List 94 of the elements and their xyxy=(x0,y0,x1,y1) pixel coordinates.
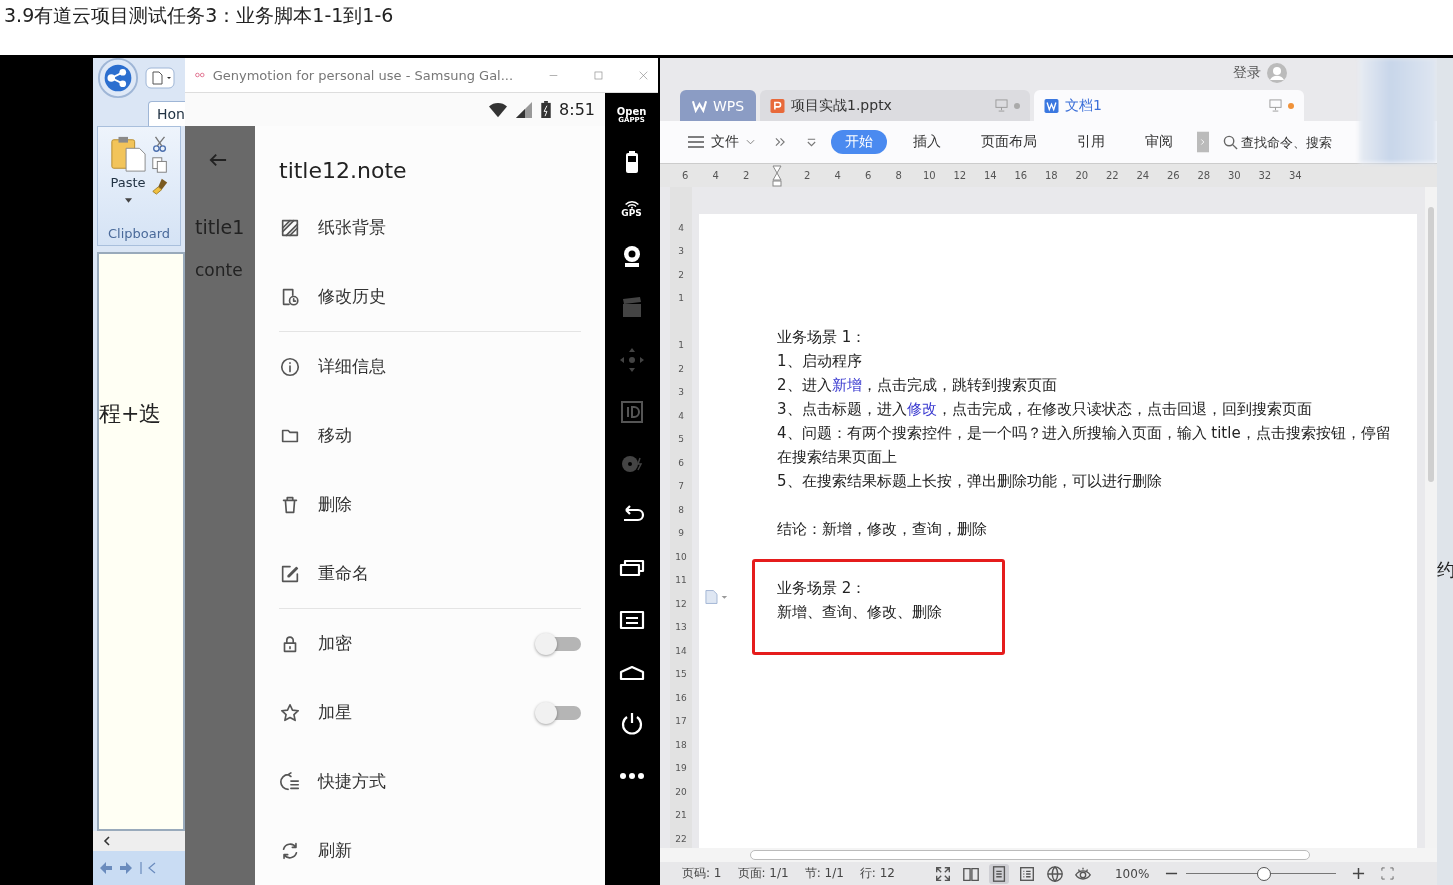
star-icon xyxy=(279,701,301,724)
document-tab[interactable]: 项目实战1.pptx xyxy=(760,90,1030,121)
status-text: 节: 1/1 xyxy=(804,865,844,882)
paragraph: 1、启动程序 xyxy=(777,351,863,372)
office-button-icon[interactable] xyxy=(97,58,139,99)
note-content: conte xyxy=(195,260,244,280)
menu-label: 重命名 xyxy=(318,562,370,585)
paragraph: 5、在搜索结果标题上长按，弹出删除功能，可以进行删除 xyxy=(777,471,1163,492)
scroll-left-icon[interactable] xyxy=(103,836,111,846)
ribbon-tab[interactable]: 页面布局 xyxy=(967,130,1051,154)
paste-label[interactable]: Paste xyxy=(110,175,146,190)
menu-label: 详细信息 xyxy=(318,355,387,378)
caret-icon xyxy=(746,139,755,145)
group-label: Clipboard xyxy=(107,226,171,243)
status-text: 页码: 1 xyxy=(682,865,722,882)
page-title: 3.9有道云项目测试任务3：业务脚本1-1到1-6 xyxy=(4,4,394,26)
menu-item[interactable]: 删除 xyxy=(279,470,581,539)
double-chevron-icon[interactable] xyxy=(775,137,786,147)
paragraph: 业务场景 2： xyxy=(777,578,868,599)
genymotion-logo-icon xyxy=(195,71,205,79)
ribbon-tab[interactable]: 引用 xyxy=(1063,130,1119,154)
caret-icon[interactable] xyxy=(124,198,132,203)
menu-label: 刷新 xyxy=(318,839,353,862)
menu-item[interactable]: 详细信息 xyxy=(279,332,581,401)
indent-marker-icon[interactable] xyxy=(771,164,782,187)
wifi-icon xyxy=(623,200,640,209)
vertical-ruler: 4 3 2 1 1 2 3 4 5 6 7 8 9 10 11 12 13 14 15 16 17 18 19 20 21 22 xyxy=(670,187,692,848)
paragraph: 业务场景 1： xyxy=(777,327,868,348)
scissors-icon[interactable] xyxy=(151,135,169,153)
menu-item[interactable]: 重命名 xyxy=(279,539,581,608)
menu-item[interactable]: 纸张背景 xyxy=(279,193,581,262)
globe-icon[interactable] xyxy=(1045,863,1065,884)
document-tab[interactable]: 文档1 xyxy=(1034,90,1304,121)
status-text: 行: 12 xyxy=(859,865,895,882)
paragraph: 新增、查询、修改、删除 xyxy=(777,602,943,623)
menu-item[interactable]: 加星 xyxy=(279,678,581,747)
menu-item[interactable]: 加密 xyxy=(279,609,581,678)
paragraph: 2、进入新增，点击完成，跳转到搜索页面 xyxy=(777,375,1058,396)
menu-item[interactable]: 修改历史 xyxy=(279,262,581,331)
ribbon-tab[interactable]: 插入 xyxy=(899,130,955,154)
clipboard-icon[interactable] xyxy=(109,135,147,173)
menu-label: 移动 xyxy=(318,424,353,447)
menu-label: 加密 xyxy=(318,632,353,655)
menu-item[interactable]: 快捷方式 xyxy=(279,747,581,816)
presentation-file-icon xyxy=(770,98,785,113)
menu-label: 纸张背景 xyxy=(318,216,387,239)
dropdown-icon[interactable] xyxy=(806,137,817,147)
new-document-icon[interactable] xyxy=(145,67,175,89)
status-text: 页面: 1/1 xyxy=(737,865,789,882)
info-icon xyxy=(279,355,301,378)
drawer-title: title12.note xyxy=(279,157,408,185)
window-title: Genymotion for personal use - Samsung Gal... xyxy=(212,67,514,83)
zoom-dropdown[interactable]: 100% xyxy=(1115,866,1150,881)
ribbon-tab[interactable]: Hon xyxy=(148,101,185,126)
copy-icon[interactable] xyxy=(151,156,169,174)
slider-thumb[interactable] xyxy=(1257,866,1272,881)
zoom-slider[interactable] xyxy=(1186,865,1337,882)
back-arrow-icon xyxy=(209,152,227,168)
menu-label: 加星 xyxy=(318,701,353,724)
document-text: 程+迭 xyxy=(99,401,162,426)
menu-item[interactable]: 移动 xyxy=(279,401,581,470)
status-clock: 8:51 xyxy=(559,100,595,119)
page-icon[interactable] xyxy=(989,863,1009,884)
gps-button[interactable]: GPS xyxy=(621,200,642,218)
login-link[interactable]: 登录 xyxy=(1233,64,1261,82)
wifi-icon xyxy=(489,101,508,118)
note-title: title1 xyxy=(195,216,246,238)
toggle-switch[interactable] xyxy=(535,632,581,655)
paragraph: 3、点击标题，进入修改，点击完成，在修改只读状态，点击回退，回到搜索页面 xyxy=(777,399,1313,420)
shortcut-icon xyxy=(279,770,301,793)
menu-icon xyxy=(688,136,704,148)
menu-label: 快捷方式 xyxy=(318,770,387,793)
battery-icon xyxy=(541,101,552,118)
wps-logo-icon xyxy=(691,98,707,113)
search-icon xyxy=(1223,134,1238,150)
brush-icon[interactable] xyxy=(151,177,169,195)
menu-item[interactable]: 刷新 xyxy=(279,816,581,885)
window-text: 约 xyxy=(1437,558,1453,582)
paragraph: 结论：新增，修改，查询，删除 xyxy=(777,519,988,540)
signal-icon xyxy=(515,101,534,118)
toggle-switch[interactable] xyxy=(535,701,581,724)
scrollbar-thumb[interactable] xyxy=(1428,207,1434,482)
file-menu[interactable]: 文件 xyxy=(688,133,755,151)
ribbon-tab[interactable]: 审阅 xyxy=(1131,130,1187,154)
monitor-icon[interactable] xyxy=(1269,99,1282,112)
menu-label: 删除 xyxy=(318,493,353,516)
paragraph: 4、问题：有两个搜索控件，是一个吗？进入所搜输入页面，输入 title，点击搜索按钮，停留在搜索结果页面上 xyxy=(777,423,1392,468)
command-search-field[interactable]: 查找命令、搜索 xyxy=(1223,134,1341,150)
writer-file-icon xyxy=(1044,98,1059,113)
menu-label: 修改历史 xyxy=(318,285,387,308)
horizontal-ruler: 6 4 2 2 4 6 8 10 12 14 16 18 20 22 24 26 28 30 32 34 xyxy=(660,163,1437,187)
scrollbar-thumb[interactable] xyxy=(750,850,1310,860)
plus-icon[interactable] xyxy=(1352,867,1366,880)
fullscreen-icon[interactable] xyxy=(1381,867,1395,880)
